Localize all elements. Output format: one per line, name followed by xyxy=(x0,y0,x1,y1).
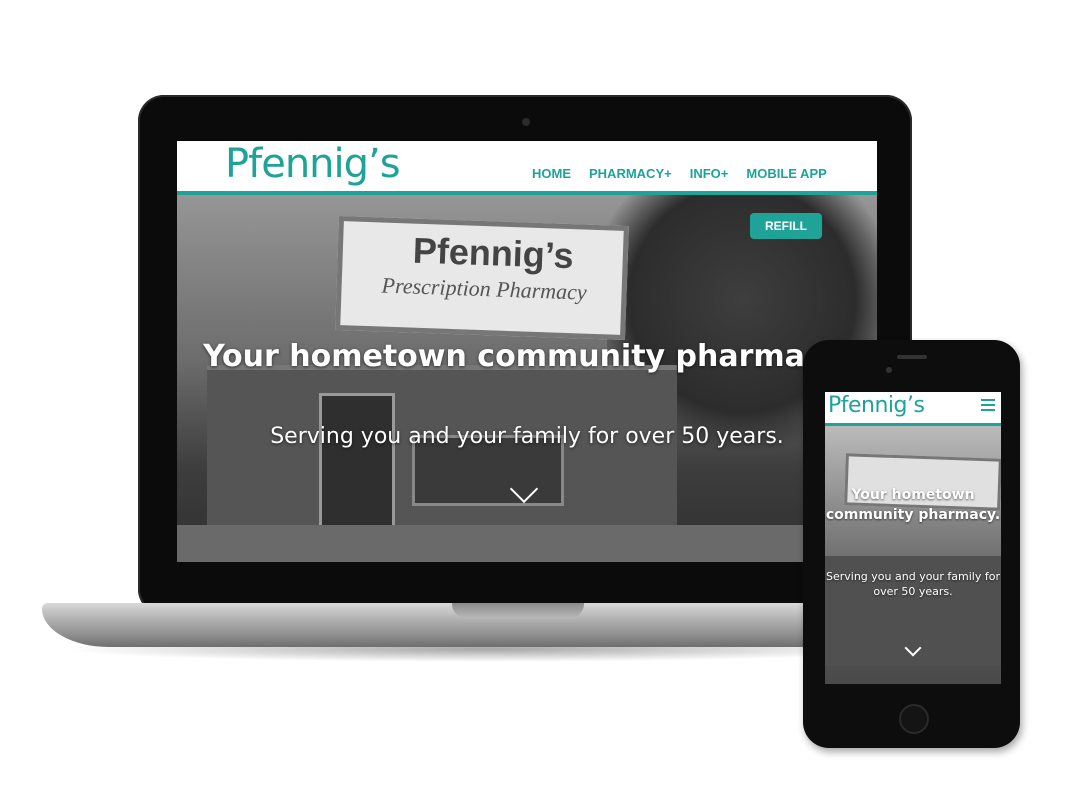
hamburger-icon[interactable] xyxy=(981,399,995,414)
hero-subheadline: Serving you and your family for over 50 … xyxy=(270,424,784,449)
hero-photo: Pfennig’s Prescription Pharmacy xyxy=(177,195,877,562)
site-header: Pfennig’s HOME PHARMACY+ INFO+ MOBILE AP… xyxy=(177,141,877,194)
mobile-header: Pfennig’s xyxy=(825,392,1001,424)
refill-button[interactable]: REFILL xyxy=(750,213,822,239)
site-logo[interactable]: Pfennig’s xyxy=(225,141,401,187)
phone-camera xyxy=(886,367,892,373)
storefront-sign: Pfennig’s Prescription Pharmacy xyxy=(335,215,629,341)
nav-home[interactable]: HOME xyxy=(532,166,571,181)
laptop-screen: Pfennig’s HOME PHARMACY+ INFO+ MOBILE AP… xyxy=(177,141,877,562)
nav-info[interactable]: INFO+ xyxy=(690,166,729,181)
hero-headline: Your hometown community pharmacy. xyxy=(203,339,851,374)
phone-speaker xyxy=(897,355,927,359)
mobile-hero-headline: Your hometown community pharmacy. xyxy=(825,487,1001,523)
phone-home-button xyxy=(899,704,929,734)
hero-ground xyxy=(177,525,877,562)
phone-screen: Pfennig’s Your hometown community pharma… xyxy=(825,392,1001,684)
sign-line-1: Pfennig’s xyxy=(412,229,575,277)
nav-mobile-app[interactable]: MOBILE APP xyxy=(746,166,826,181)
mobile-logo[interactable]: Pfennig’s xyxy=(828,393,925,418)
main-nav: HOME PHARMACY+ INFO+ MOBILE APP xyxy=(532,166,845,181)
sign-line-2: Prescription Pharmacy xyxy=(381,272,588,305)
laptop-opening-notch xyxy=(452,603,584,618)
laptop-camera xyxy=(522,118,530,126)
mobile-hero-subheadline: Serving you and your family for over 50 … xyxy=(826,570,1000,598)
nav-pharmacy[interactable]: PHARMACY+ xyxy=(589,166,672,181)
